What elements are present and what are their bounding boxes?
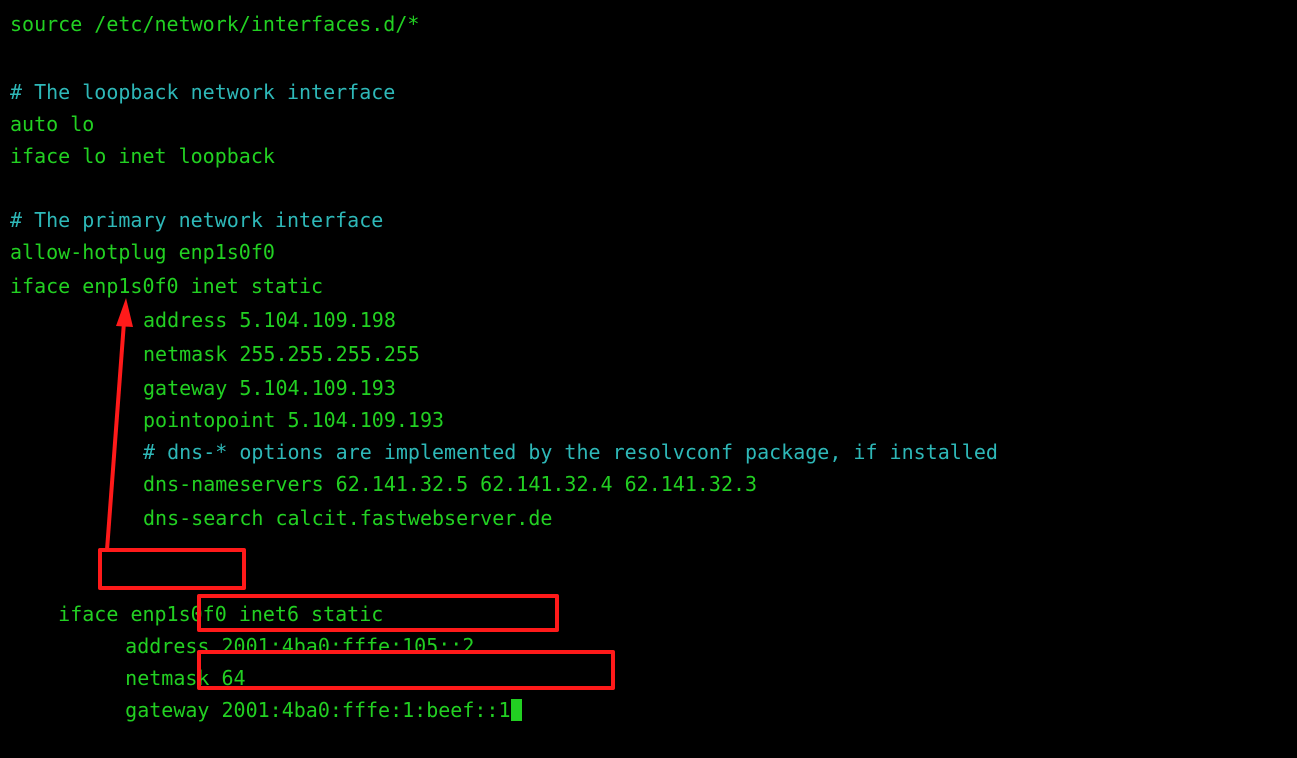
annotation-arrow (105, 298, 133, 551)
terminal-window[interactable]: source /etc/network/interfaces.d/* # The… (0, 0, 1297, 722)
arrow-head-icon (116, 298, 133, 327)
arrow-shaft (105, 321, 126, 551)
text-cursor (510, 699, 522, 721)
ipv6-gateway-value: 2001:4ba0:fffe:1:beef::1 (221, 698, 511, 722)
keyword-gateway: gateway (125, 698, 210, 722)
